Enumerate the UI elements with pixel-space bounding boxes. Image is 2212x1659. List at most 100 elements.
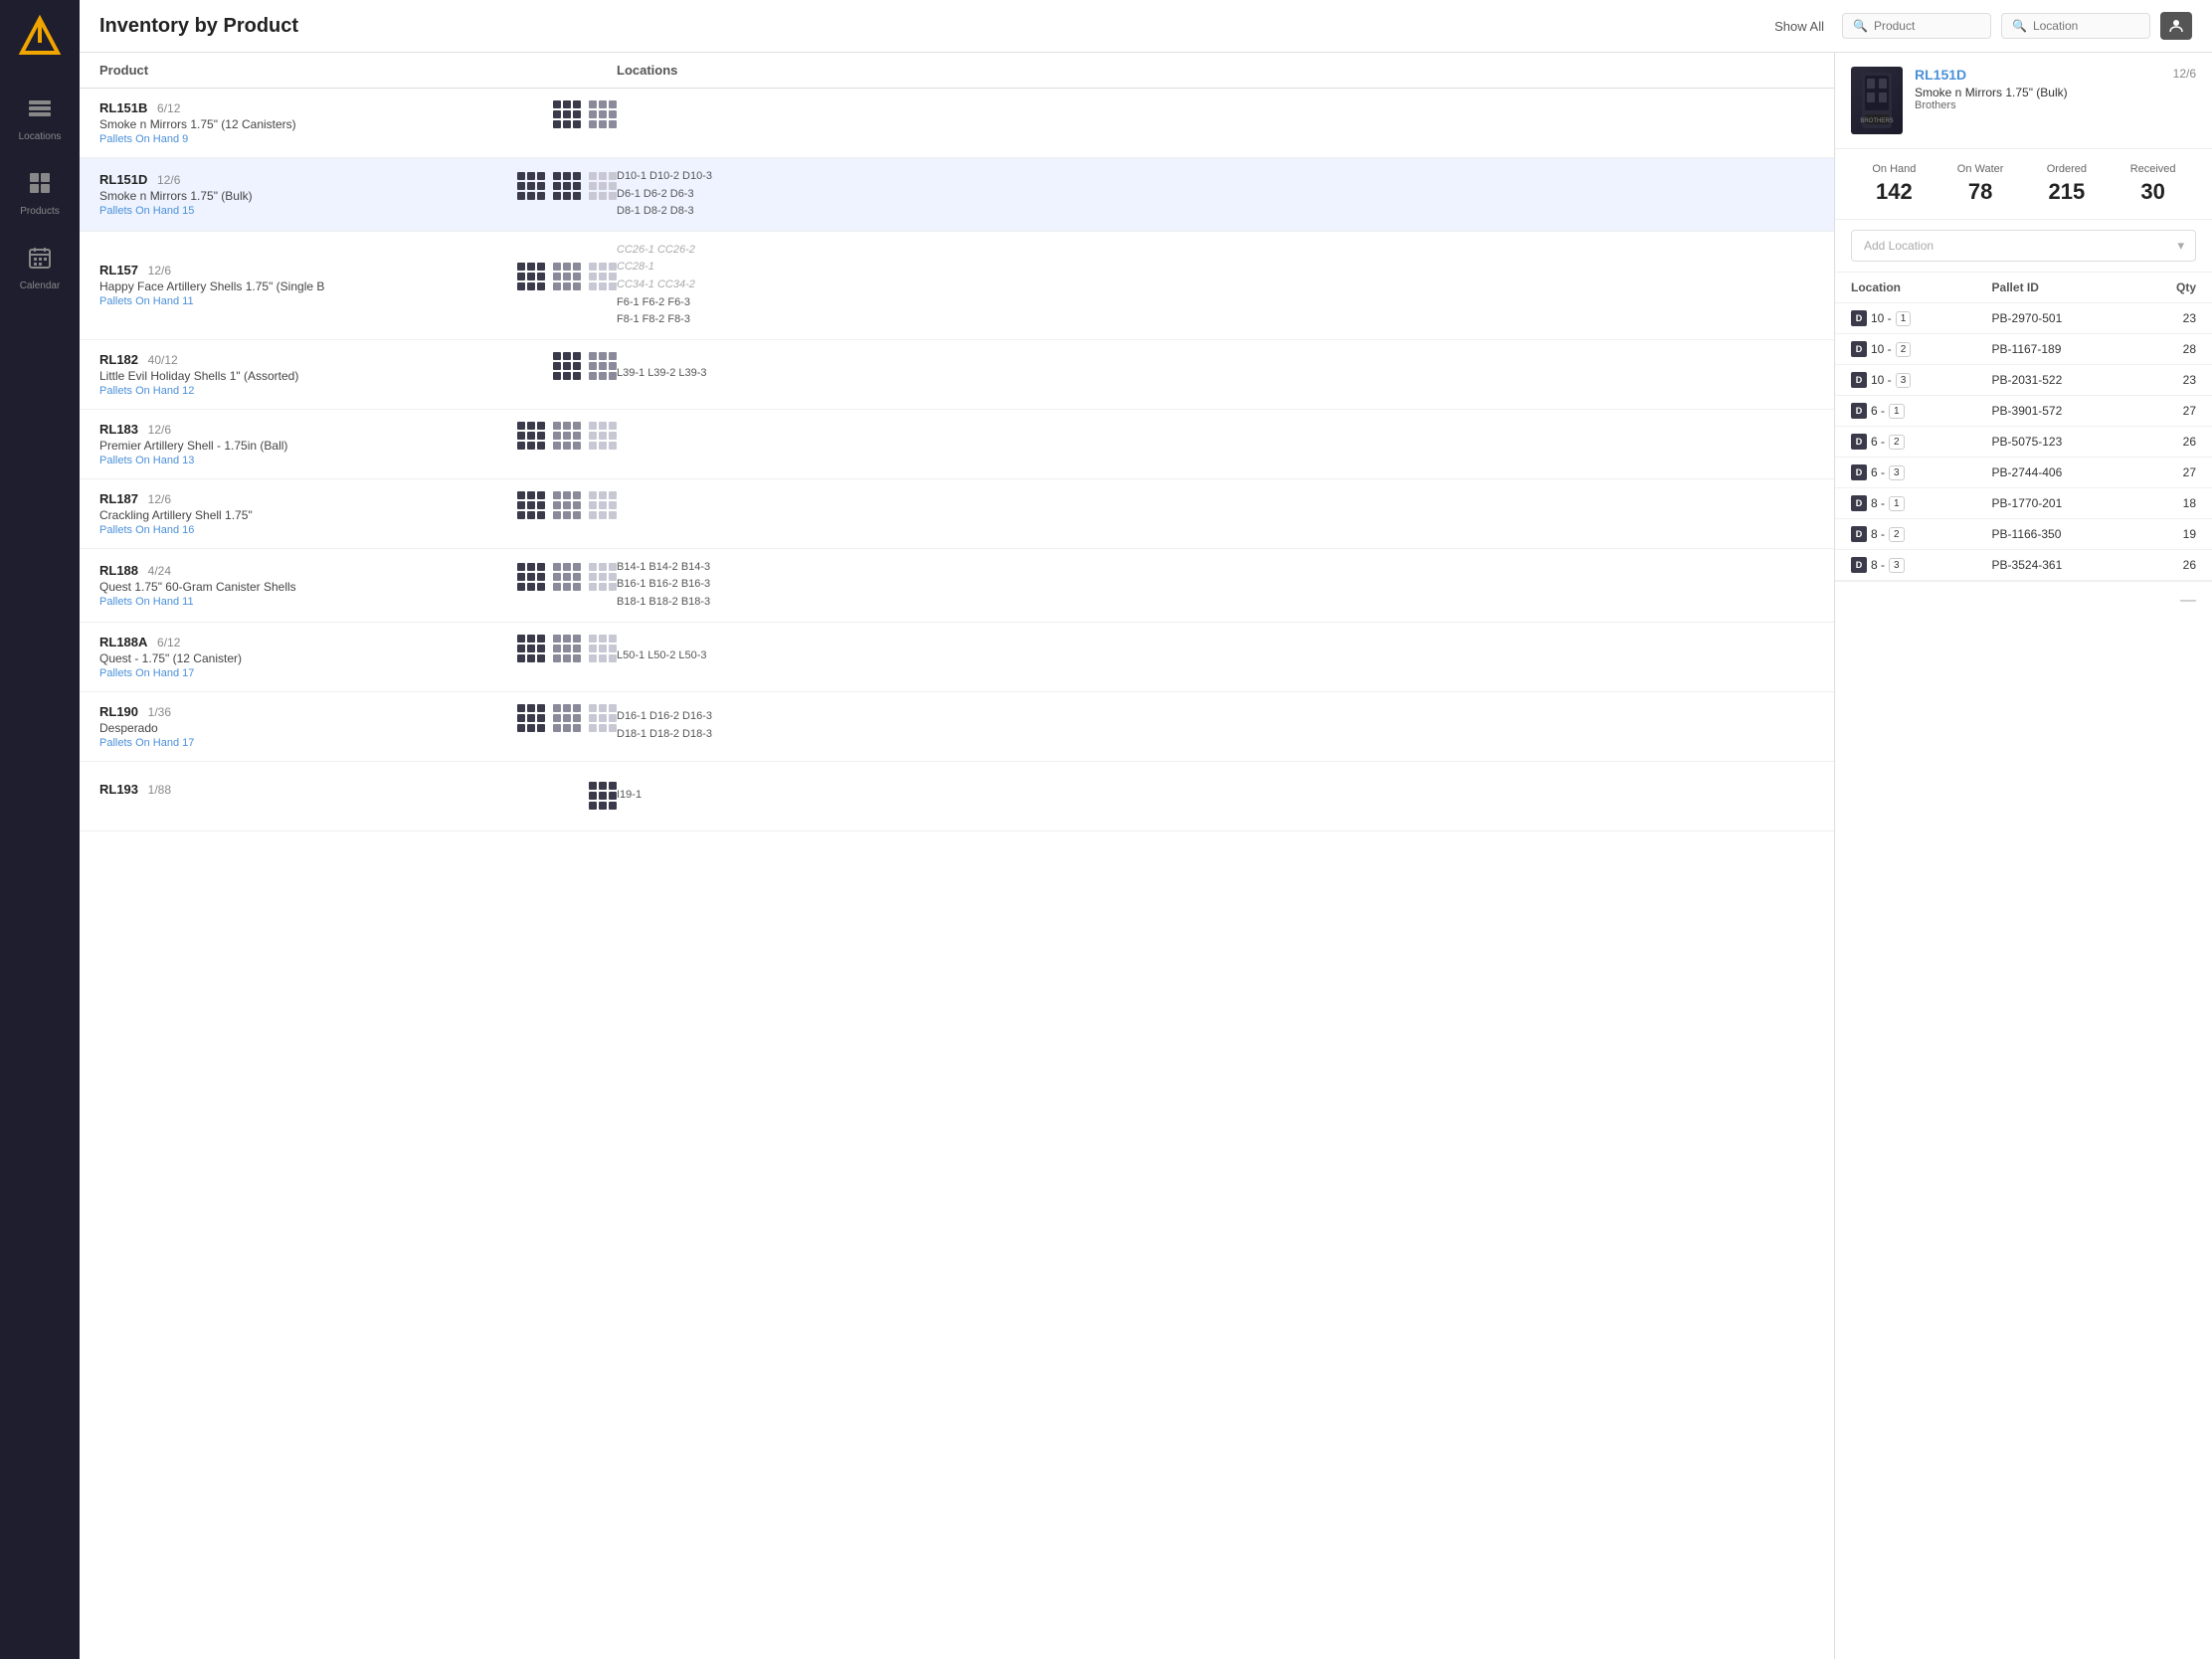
product-info: RL193 1/88 (99, 782, 617, 810)
table-row[interactable]: RL188A 6/12 Quest - 1.75" (12 Canister) … (80, 623, 1834, 692)
location-table-row[interactable]: D 8 - 3 PB-3524-36126 (1835, 550, 2212, 581)
pallets-link[interactable]: Pallets On Hand 11 (99, 596, 505, 608)
pallets-link[interactable]: Pallets On Hand 16 (99, 524, 505, 536)
product-detail-header: BROTHERS RL151D 12/6 Smoke n Mirrors 1.7… (1835, 53, 2212, 149)
loc-prefix: D (1851, 464, 1867, 480)
page-title: Inventory by Product (99, 15, 298, 38)
grid-icon-light (589, 263, 617, 290)
product-search-input[interactable] (1874, 19, 1980, 33)
locations-cell: B14-1 B14-2 B14-3B16-1 B16-2 B16-3B18-1 … (617, 559, 1814, 612)
panel-footer: — (1835, 581, 2212, 620)
location-search-input[interactable] (2033, 19, 2139, 33)
product-text: RL188 4/24 Quest 1.75" 60-Gram Canister … (99, 563, 505, 608)
loc-badge: D 10 - 2 (1851, 341, 1911, 357)
location-table-row[interactable]: D 8 - 2 PB-1166-35019 (1835, 519, 2212, 550)
product-ratio: 40/12 (148, 353, 178, 367)
grid-icon-med (553, 563, 581, 591)
grid-icon-dark (517, 491, 545, 519)
pallet-grids (517, 263, 617, 290)
table-row[interactable]: RL187 12/6 Crackling Artillery Shell 1.7… (80, 479, 1834, 549)
product-code: RL157 (99, 263, 138, 277)
header: Inventory by Product Show All 🔍 🔍 (80, 0, 2212, 53)
pallets-link[interactable]: Pallets On Hand 13 (99, 455, 505, 466)
add-location-select[interactable]: Add Location (1851, 230, 2196, 262)
pallet-grids (517, 704, 617, 732)
loc-sub: 2 (1889, 527, 1905, 542)
add-location-wrapper: Add Location (1851, 230, 2196, 262)
table-row[interactable]: RL183 12/6 Premier Artillery Shell - 1.7… (80, 410, 1834, 479)
table-row[interactable]: RL157 12/6 Happy Face Artillery Shells 1… (80, 232, 1834, 340)
product-text: RL182 40/12 Little Evil Holiday Shells 1… (99, 352, 541, 397)
grid-icon-med (553, 704, 581, 732)
app-logo[interactable] (15, 12, 65, 62)
pallets-link[interactable]: Pallets On Hand 15 (99, 205, 505, 217)
product-info: RL157 12/6 Happy Face Artillery Shells 1… (99, 263, 617, 307)
table-row[interactable]: RL190 1/36 Desperado Pallets On Hand 17 (80, 692, 1834, 762)
user-icon (2168, 18, 2184, 34)
pallet-grids (517, 422, 617, 450)
location-table-row[interactable]: D 6 - 3 PB-2744-40627 (1835, 458, 2212, 488)
user-icon-button[interactable] (2160, 12, 2192, 40)
locations-cell: L50-1 L50-2 L50-3 (617, 647, 1814, 665)
product-name: Quest - 1.75" (12 Canister) (99, 651, 505, 665)
product-text: RL157 12/6 Happy Face Artillery Shells 1… (99, 263, 505, 307)
sidebar-item-locations[interactable]: Locations (0, 82, 80, 156)
detail-name: Smoke n Mirrors 1.75" (Bulk) (1915, 86, 2196, 99)
location-table-row[interactable]: D 10 - 2 PB-1167-18928 (1835, 334, 2212, 365)
product-text: RL190 1/36 Desperado Pallets On Hand 17 (99, 704, 505, 749)
loc-badge: D 10 - 3 (1851, 372, 1911, 388)
location-table-row[interactable]: D 6 - 2 PB-5075-12326 (1835, 427, 2212, 458)
sidebar-item-calendar[interactable]: Calendar (0, 231, 80, 305)
sidebar-products-label: Products (20, 206, 59, 217)
loc-prefix: D (1851, 341, 1867, 357)
location-search-box[interactable]: 🔍 (2001, 13, 2150, 39)
stat-on-water: On Water 78 (1937, 163, 2024, 205)
product-name: Premier Artillery Shell - 1.75in (Ball) (99, 439, 505, 453)
product-ratio: 12/6 (148, 264, 171, 277)
product-name: Little Evil Holiday Shells 1" (Assorted) (99, 369, 541, 383)
product-table: Product Locations RL151B 6/12 Smoke n Mi… (80, 53, 1834, 1659)
pallets-link[interactable]: Pallets On Hand 17 (99, 667, 505, 679)
table-row[interactable]: RL151D 12/6 Smoke n Mirrors 1.75" (Bulk)… (80, 158, 1834, 232)
pallets-link[interactable]: Pallets On Hand 12 (99, 385, 541, 397)
location-table-row[interactable]: D 6 - 1 PB-3901-57227 (1835, 396, 2212, 427)
product-ratio: 6/12 (157, 101, 180, 115)
table-row[interactable]: RL188 4/24 Quest 1.75" 60-Gram Canister … (80, 549, 1834, 623)
location-cell: D 6 - 1 (1835, 396, 1976, 427)
sidebar-item-products[interactable]: Products (0, 156, 80, 231)
on-water-value: 78 (1937, 179, 2024, 205)
pallets-link[interactable]: Pallets On Hand 17 (99, 737, 505, 749)
product-name: Crackling Artillery Shell 1.75" (99, 508, 505, 522)
pallets-link[interactable]: Pallets On Hand 11 (99, 295, 505, 307)
product-text: RL183 12/6 Premier Artillery Shell - 1.7… (99, 422, 505, 466)
pallet-grids (589, 782, 617, 810)
table-row[interactable]: RL151B 6/12 Smoke n Mirrors 1.75" (12 Ca… (80, 89, 1834, 158)
loc-badge: D 6 - 2 (1851, 434, 1905, 450)
grid-icon-med (589, 352, 617, 380)
qty-cell: 23 (2132, 303, 2212, 334)
product-search-box[interactable]: 🔍 (1842, 13, 1991, 39)
location-table-row[interactable]: D 8 - 1 PB-1770-20118 (1835, 488, 2212, 519)
table-row[interactable]: RL182 40/12 Little Evil Holiday Shells 1… (80, 340, 1834, 410)
table-row[interactable]: RL193 1/88 I19-1 (80, 762, 1834, 831)
product-info: RL188A 6/12 Quest - 1.75" (12 Canister) … (99, 635, 617, 679)
locations-icon (27, 95, 53, 127)
location-cell: D 8 - 1 (1835, 488, 1976, 519)
pallet-cell: PB-1166-350 (1976, 519, 2133, 550)
product-text: RL188A 6/12 Quest - 1.75" (12 Canister) … (99, 635, 505, 679)
product-code: RL193 (99, 782, 138, 797)
product-ratio: 12/6 (157, 173, 180, 187)
qty-cell: 27 (2132, 458, 2212, 488)
location-table-row[interactable]: D 10 - 1 PB-2970-50123 (1835, 303, 2212, 334)
grid-icon-dark (517, 172, 545, 200)
loc-badge: D 6 - 3 (1851, 464, 1905, 480)
product-name: Desperado (99, 721, 505, 735)
show-all-button[interactable]: Show All (1766, 15, 1832, 38)
loc-prefix: D (1851, 403, 1867, 419)
loc-sub: 1 (1896, 311, 1912, 326)
stat-on-hand: On Hand 142 (1851, 163, 1937, 205)
product-text: RL151B 6/12 Smoke n Mirrors 1.75" (12 Ca… (99, 100, 541, 145)
qty-cell: 26 (2132, 550, 2212, 581)
pallets-link[interactable]: Pallets On Hand 9 (99, 133, 541, 145)
location-table-row[interactable]: D 10 - 3 PB-2031-52223 (1835, 365, 2212, 396)
